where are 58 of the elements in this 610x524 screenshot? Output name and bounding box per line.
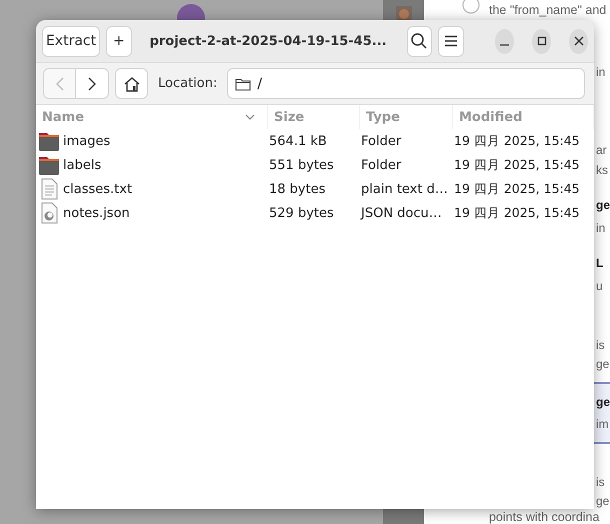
background-text: u xyxy=(596,279,603,293)
background-text: ge xyxy=(596,357,610,371)
maximize-icon xyxy=(536,36,547,46)
background-text: points with coordina xyxy=(488,510,600,524)
background-text: ar xyxy=(596,143,607,157)
search-icon xyxy=(410,32,428,50)
add-button[interactable]: + xyxy=(106,26,132,56)
background-text: ge xyxy=(596,395,610,409)
folder-icon xyxy=(38,154,60,176)
menu-button[interactable] xyxy=(438,26,464,56)
location-field[interactable]: / xyxy=(227,68,585,99)
background-text: ge xyxy=(596,494,610,508)
maximize-button[interactable] xyxy=(532,28,552,54)
file-name: labels xyxy=(63,158,102,172)
chevron-right-icon xyxy=(88,76,96,90)
file-name: notes.json xyxy=(63,206,130,220)
file-type: plain text d… xyxy=(361,182,448,196)
home-button[interactable] xyxy=(115,68,148,99)
radio-button[interactable] xyxy=(462,0,480,14)
window-title: project-2-at-2025-04-19-15-45... xyxy=(150,34,387,48)
background-text: im xyxy=(596,417,609,431)
folder-icon xyxy=(38,130,60,152)
modified-date: 19 四月 2025, 15:45 xyxy=(454,204,580,222)
menu-icon xyxy=(444,35,458,47)
background-text: is xyxy=(596,338,605,352)
file-size: 551 bytes xyxy=(269,158,334,172)
background-text: L xyxy=(596,256,604,270)
background-text: the "from_name" and xyxy=(488,3,606,17)
column-header[interactable]: Type xyxy=(360,105,453,129)
file-name: classes.txt xyxy=(63,182,132,196)
modified-date: 19 四月 2025, 15:45 xyxy=(454,180,580,198)
folder-icon xyxy=(235,76,252,90)
sort-caret-icon xyxy=(245,114,255,120)
background-text: is xyxy=(596,475,605,489)
location-label: Location: xyxy=(158,76,218,91)
column-header[interactable]: Modified xyxy=(453,105,594,129)
background-text: ks xyxy=(596,163,608,177)
extract-button[interactable]: Extract xyxy=(42,26,100,56)
home-icon xyxy=(122,76,140,92)
column-header[interactable]: Name xyxy=(36,105,268,129)
file-size: 564.1 kB xyxy=(269,134,327,148)
search-button[interactable] xyxy=(406,26,432,56)
file-type: Folder xyxy=(361,134,402,148)
file-size: 529 bytes xyxy=(269,206,334,220)
minimize-icon xyxy=(500,44,510,46)
background-text: ge xyxy=(596,198,610,212)
modified-date: 19 四月 2025, 15:45 xyxy=(454,132,580,150)
background-text: in xyxy=(596,65,606,79)
column-header[interactable]: Size xyxy=(268,105,360,129)
modified-date: 19 四月 2025, 15:45 xyxy=(454,156,580,174)
chevron-left-icon xyxy=(56,76,64,90)
file-name: images xyxy=(63,134,110,148)
file-type: JSON docu… xyxy=(361,206,442,220)
close-icon xyxy=(574,36,584,46)
file-type: Folder xyxy=(361,158,402,172)
background-text: in xyxy=(596,221,606,235)
file-size: 18 bytes xyxy=(269,182,326,196)
close-button[interactable] xyxy=(569,28,588,54)
